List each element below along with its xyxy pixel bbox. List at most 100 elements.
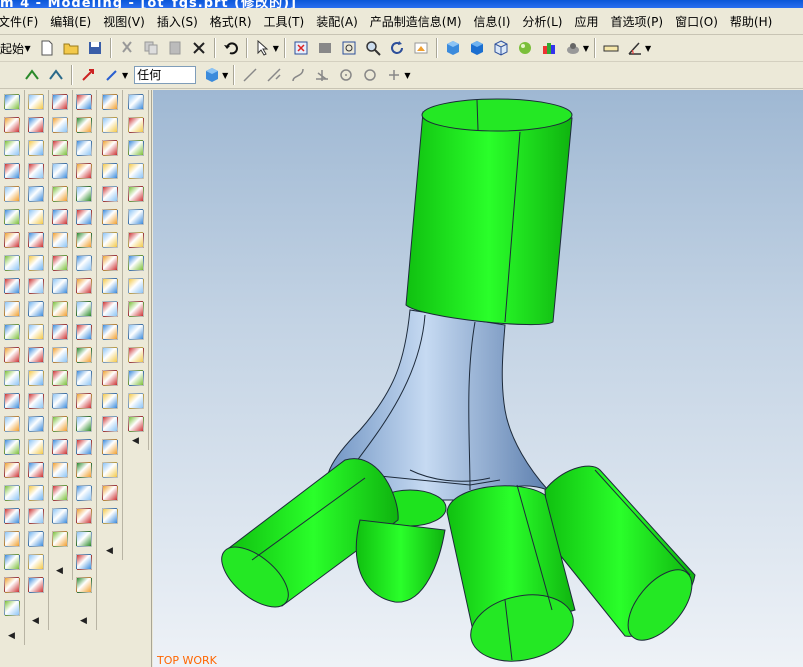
fit-button[interactable] [290,37,312,59]
feature-tool-button[interactable] [25,504,47,527]
feature-tool-button[interactable] [25,481,47,504]
feature-tool-button[interactable] [25,251,47,274]
cut-button[interactable] [116,37,138,59]
feature-tool-button[interactable] [49,412,71,435]
feature-tool-button[interactable] [125,343,147,366]
new-file-button[interactable] [36,37,58,59]
feature-tool-button[interactable] [99,389,121,412]
zoom-button[interactable] [338,37,360,59]
feature-tool-button[interactable] [1,504,23,527]
feature-tool-button[interactable] [99,435,121,458]
feature-tool-button[interactable] [25,113,47,136]
feature-tool-button[interactable] [99,113,121,136]
menu-insert[interactable]: 插入(S) [151,13,204,30]
feature-tool-button[interactable] [73,136,95,159]
feature-tool-button[interactable] [99,481,121,504]
feature-tool-button[interactable] [73,274,95,297]
start-button[interactable]: 起始 ▼ [0,40,35,57]
feature-tool-button[interactable] [73,205,95,228]
feature-tool-button[interactable] [49,504,71,527]
menu-application[interactable]: 应用 [568,13,604,30]
menu-info[interactable]: 信息(I) [468,13,517,30]
menu-window[interactable]: 窗口(O) [669,13,724,30]
feature-tool-button[interactable] [49,182,71,205]
feature-tool-button[interactable] [73,228,95,251]
feature-tool-button[interactable] [125,274,147,297]
save-button[interactable] [84,37,106,59]
feature-tool-button[interactable] [125,297,147,320]
feature-tool-button[interactable] [99,182,121,205]
feature-tool-button[interactable] [1,274,23,297]
toolbar-overflow-icon[interactable]: ◀ [132,436,139,446]
feature-tool-button[interactable] [99,205,121,228]
feature-tool-button[interactable] [99,228,121,251]
magnify-button[interactable] [362,37,384,59]
feature-tool-button[interactable] [1,366,23,389]
feature-tool-button[interactable] [125,182,147,205]
feature-tool-button[interactable] [49,205,71,228]
feature-tool-button[interactable] [1,136,23,159]
feature-tool-button[interactable] [49,389,71,412]
feature-tool-button[interactable] [73,320,95,343]
feature-tool-button[interactable] [1,320,23,343]
menu-preferences[interactable]: 首选项(P) [604,13,669,30]
snap-alt-button[interactable] [45,64,67,86]
feature-tool-button[interactable] [25,573,47,596]
feature-tool-button[interactable] [1,458,23,481]
feature-tool-button[interactable] [25,389,47,412]
feature-tool-button[interactable] [99,136,121,159]
open-button[interactable] [60,37,82,59]
snap-point-button[interactable] [383,64,405,86]
chevron-down-icon[interactable]: ▼ [222,71,228,80]
snap-curve-button[interactable] [287,64,309,86]
feature-tool-button[interactable] [25,274,47,297]
feature-tool-button[interactable] [1,573,23,596]
feature-tool-button[interactable] [1,550,23,573]
shaded-button[interactable] [442,37,464,59]
sphere-button[interactable] [514,37,536,59]
feature-tool-button[interactable] [25,527,47,550]
toolbar-overflow-icon[interactable]: ◀ [32,616,39,626]
feature-tool-button[interactable] [1,228,23,251]
feature-tool-button[interactable] [73,573,95,596]
feature-tool-button[interactable] [99,343,121,366]
feature-tool-button[interactable] [25,90,47,113]
render-button[interactable] [562,37,584,59]
toolbar-overflow-icon[interactable]: ◀ [80,616,87,626]
feature-tool-button[interactable] [49,527,71,550]
feature-tool-button[interactable] [125,90,147,113]
feature-tool-button[interactable] [1,251,23,274]
chevron-down-icon[interactable]: ▼ [645,44,651,53]
feature-tool-button[interactable] [73,297,95,320]
feature-tool-button[interactable] [1,389,23,412]
chevron-down-icon[interactable]: ▼ [404,71,410,80]
feature-tool-button[interactable] [49,251,71,274]
feature-tool-button[interactable] [49,320,71,343]
feature-tool-button[interactable] [1,90,23,113]
feature-tool-button[interactable] [1,435,23,458]
feature-tool-button[interactable] [49,136,71,159]
feature-tool-button[interactable] [1,596,23,619]
feature-tool-button[interactable] [25,320,47,343]
feature-tool-button[interactable] [49,481,71,504]
snap-end-button[interactable] [263,64,285,86]
feature-tool-button[interactable] [73,389,95,412]
snap-center-button[interactable] [335,64,357,86]
feature-tool-button[interactable] [49,274,71,297]
feature-tool-button[interactable] [49,343,71,366]
feature-tool-button[interactable] [1,343,23,366]
feature-tool-button[interactable] [1,159,23,182]
feature-tool-button[interactable] [99,412,121,435]
rotate-button[interactable] [386,37,408,59]
feature-tool-button[interactable] [25,182,47,205]
feature-tool-button[interactable] [25,297,47,320]
type-filter-field[interactable]: 任何 [134,66,197,84]
delete-button[interactable] [188,37,210,59]
paste-button[interactable] [164,37,186,59]
menu-tools[interactable]: 工具(T) [258,13,311,30]
feature-tool-button[interactable] [49,159,71,182]
shaded-edges-button[interactable] [466,37,488,59]
feature-tool-button[interactable] [49,458,71,481]
angle-button[interactable] [624,37,646,59]
feature-tool-button[interactable] [73,550,95,573]
